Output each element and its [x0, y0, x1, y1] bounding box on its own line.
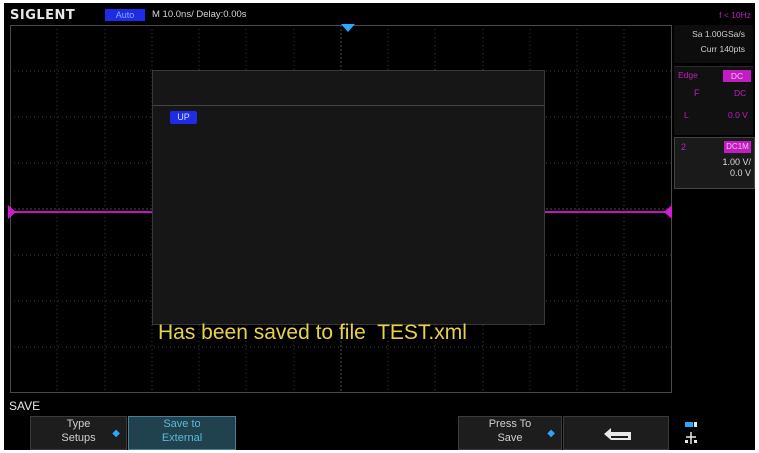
menu-title: SAVE [9, 399, 41, 413]
return-arrow-icon [604, 428, 631, 440]
trigger-level-value: 0.0 V [728, 110, 748, 120]
softkey-label-line1: Save to [163, 418, 201, 430]
dialog-title-bar [153, 71, 544, 106]
channel2-trace-right [544, 211, 672, 213]
softkey-label-line2: External [161, 432, 203, 444]
trigger-coupling-badge: DC [723, 70, 751, 82]
usb-icon [685, 422, 697, 444]
channel-scale: 1.00 V/ [722, 157, 751, 167]
brand-logo: SIGLENT [10, 8, 76, 23]
trigger-position-marker[interactable] [341, 24, 355, 32]
directory-up-item[interactable]: UP [170, 111, 197, 124]
memory-depth: Curr 140pts [700, 44, 745, 54]
sample-rate: Sa 1.00GSa/s [692, 29, 745, 39]
channel-coupling-badge: DC1M [724, 141, 751, 153]
channel-offset: 0.0 V [729, 168, 751, 178]
save-to-external-button[interactable]: Save to External [128, 416, 236, 450]
knob-select-icon: ◆ [112, 428, 120, 439]
file-browser-dialog: UP [152, 70, 545, 325]
save-confirmation-message: Has been saved to file TEST.xml [158, 321, 467, 344]
channel-number: 2 [681, 142, 687, 152]
press-to-save-button[interactable]: Press To Save ◆ [458, 416, 562, 450]
frequency-readout: f < 10Hz [719, 10, 751, 20]
softkey-label-line2: Save [497, 432, 523, 444]
channel2-offset-marker[interactable] [8, 205, 16, 219]
type-setups-button[interactable]: Type Setups ◆ [30, 416, 127, 450]
trigger-type-label: Edge [678, 70, 698, 80]
trigger-level-marker[interactable] [664, 205, 672, 219]
trigger-slope-icon: F [694, 88, 700, 98]
channel2-trace-left [10, 211, 152, 213]
usb-status [672, 416, 755, 450]
return-button[interactable] [563, 416, 669, 450]
timebase-readout: M 10.0ns/ Delay:0.00s [152, 9, 247, 20]
trigger-coupling-secondary: DC [734, 88, 747, 98]
softkey-label-line1: Press To [488, 418, 532, 430]
knob-select-icon: ◆ [547, 428, 555, 439]
acquisition-info: Sa 1.00GSa/s Curr 140pts [674, 25, 753, 63]
trigger-level-label: L [684, 110, 689, 120]
acquire-mode-badge[interactable]: Auto [105, 9, 145, 21]
